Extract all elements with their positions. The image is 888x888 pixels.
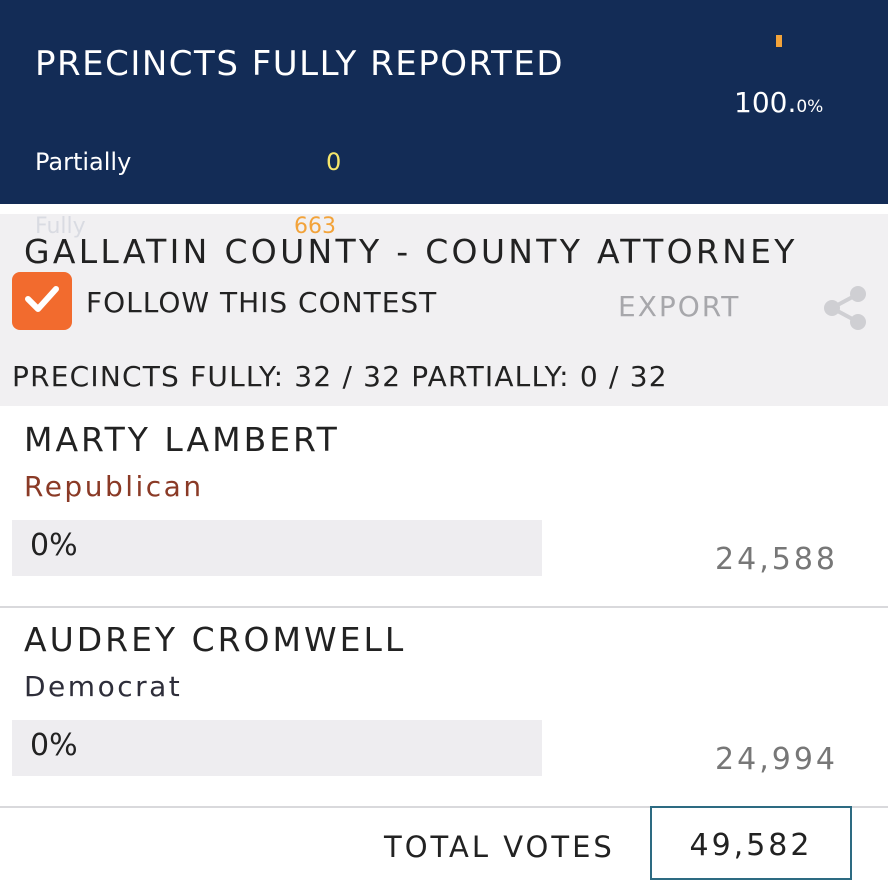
precincts-header: PRECINCTS FULLY REPORTED 100.0% Partiall… [0,0,888,204]
candidate-party: Democrat [24,670,183,703]
candidate-votes: 24,588 [715,542,838,577]
fully-value: 663 [294,214,336,239]
total-votes-value: 49,582 [689,828,813,863]
candidate-row: AUDREY CROMWELL Democrat 0% 24,994 [0,608,888,808]
follow-checkbox[interactable] [12,272,72,330]
share-icon[interactable] [822,284,870,336]
header-title: PRECINCTS FULLY REPORTED [35,44,565,84]
reported-percent: 100.0% [734,86,823,119]
candidate-votes: 24,994 [715,742,838,777]
vote-percent: 0% [30,528,78,563]
vote-percent: 0% [30,728,78,763]
candidate-name: MARTY LAMBERT [24,420,340,459]
vote-bar: 0% [12,720,542,776]
percent-main: 100. [734,86,797,119]
percent-small: 0% [796,97,824,117]
follow-contest-label[interactable]: FOLLOW THIS CONTEST [86,286,437,319]
mini-progress-bar [776,35,782,47]
partially-value: 0 [326,148,342,176]
contest-title: GALLATIN COUNTY - COUNTY ATTORNEY [24,232,798,271]
partially-label: Partially [35,148,132,176]
total-votes-label: TOTAL VOTES [384,830,615,864]
candidate-name: AUDREY CROMWELL [24,620,407,659]
candidate-party: Republican [24,470,204,503]
total-votes-box: 49,582 [650,806,852,880]
check-icon [24,284,60,318]
fully-label: Fully [35,214,86,239]
vote-bar: 0% [12,520,542,576]
precincts-summary: PRECINCTS FULLY: 32 / 32 PARTIALLY: 0 / … [12,360,668,393]
export-button[interactable]: EXPORT [618,290,740,323]
contest-panel: GALLATIN COUNTY - COUNTY ATTORNEY FOLLOW… [0,214,888,406]
candidate-row: MARTY LAMBERT Republican 0% 24,588 [0,408,888,608]
